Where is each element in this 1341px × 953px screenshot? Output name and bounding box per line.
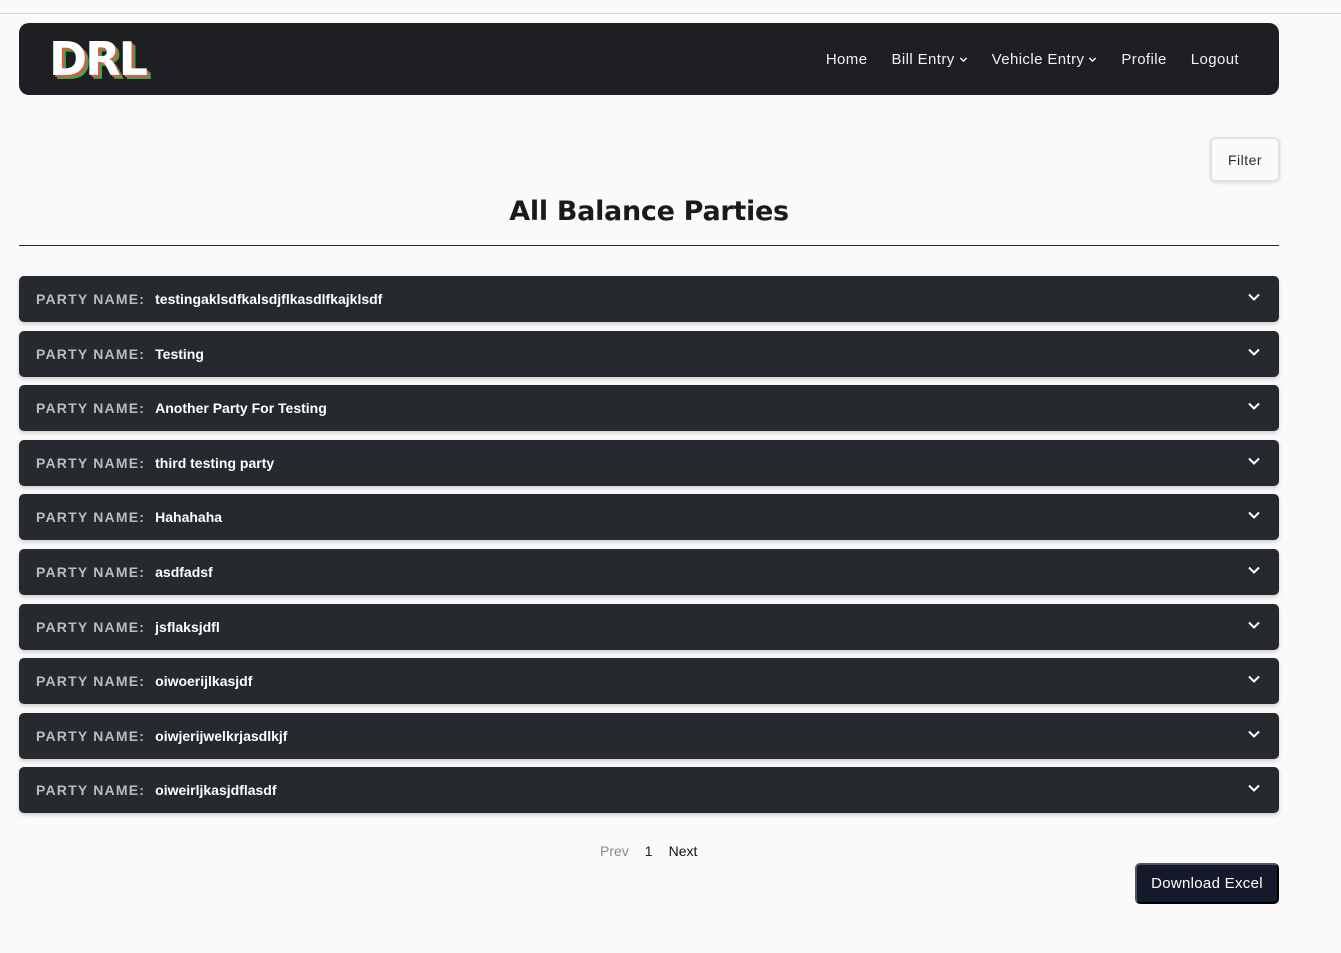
chevron-down-icon — [1089, 56, 1097, 62]
chevron-down-icon[interactable] — [1247, 399, 1261, 413]
party-name-value: third testing party — [155, 454, 275, 471]
chevron-down-icon[interactable] — [1247, 290, 1261, 304]
party-name-label: PARTY NAME: — [36, 618, 146, 635]
party-row[interactable]: PARTY NAME: oiwjerijwelkrjasdlkjf — [19, 712, 1279, 759]
nav-vehicle-entry-label: Vehicle Entry — [991, 50, 1085, 68]
party-row[interactable]: PARTY NAME: asdfadsf — [19, 548, 1279, 595]
brand-logo[interactable]: DRL — [49, 36, 148, 82]
chevron-down-icon[interactable] — [1247, 563, 1261, 577]
nav-profile[interactable]: Profile — [1121, 51, 1166, 68]
chevron-down-icon[interactable] — [1247, 508, 1261, 522]
party-name-label: PARTY NAME: — [36, 563, 146, 580]
nav-links: Home Bill Entry Vehicle Entry Profile Lo… — [826, 51, 1239, 68]
pagination-next[interactable]: Next — [669, 843, 698, 859]
top-divider — [0, 13, 1341, 14]
party-row[interactable]: PARTY NAME: jsflaksjdfl — [19, 603, 1279, 650]
nav-profile-label: Profile — [1121, 50, 1167, 68]
party-name-value: testingaklsdfkalsdjflkasdlfkajklsdf — [155, 291, 383, 307]
party-name-value: oiwoerijlkasjdf — [155, 673, 253, 690]
nav-logout-label: Logout — [1190, 50, 1239, 68]
pagination: Prev 1 Next — [600, 843, 697, 859]
download-excel-button[interactable]: Download Excel — [1135, 863, 1279, 904]
chevron-down-icon[interactable] — [1247, 727, 1261, 741]
chevron-down-icon[interactable] — [1247, 345, 1261, 359]
party-name-label: PARTY NAME: — [36, 727, 146, 744]
party-accordion-list: PARTY NAME: testingaklsdfkalsdjflkasdlfk… — [19, 276, 1279, 822]
party-name-value: Another Party For Testing — [155, 400, 327, 417]
pagination-current-page[interactable]: 1 — [645, 843, 653, 859]
party-name-label: PARTY NAME: — [36, 400, 146, 417]
filter-button[interactable]: Filter — [1210, 137, 1280, 182]
party-row[interactable]: PARTY NAME: oiwoerijlkasjdf — [19, 658, 1279, 705]
nav-logout[interactable]: Logout — [1191, 51, 1239, 68]
party-row[interactable]: PARTY NAME: Testing — [19, 330, 1279, 377]
party-name-label: PARTY NAME: — [36, 509, 146, 526]
chevron-down-icon[interactable] — [1247, 672, 1261, 686]
party-name-label: PARTY NAME: — [36, 782, 146, 799]
party-name-label: PARTY NAME: — [36, 673, 146, 690]
party-row[interactable]: PARTY NAME: oiweirljkasjdflasdf — [19, 767, 1279, 814]
party-row[interactable]: PARTY NAME: Another Party For Testing — [19, 385, 1279, 432]
chevron-down-icon — [959, 56, 967, 62]
party-name-label: PARTY NAME: — [36, 291, 146, 307]
nav-bill-entry-label: Bill Entry — [891, 50, 955, 68]
party-row[interactable]: PARTY NAME: third testing party — [19, 439, 1279, 486]
page-title: All Balance Parties — [509, 196, 789, 227]
party-name-value: jsflaksjdfl — [155, 618, 220, 635]
title-divider — [19, 245, 1279, 246]
nav-home[interactable]: Home — [826, 51, 868, 68]
party-name-value: Testing — [155, 345, 204, 362]
chevron-down-icon[interactable] — [1247, 781, 1261, 795]
nav-bill-entry[interactable]: Bill Entry — [891, 51, 967, 68]
navbar: DRL Home Bill Entry Vehicle Entry Profil… — [19, 23, 1279, 95]
nav-home-label: Home — [825, 50, 868, 68]
chevron-down-icon[interactable] — [1247, 618, 1261, 632]
party-name-label: PARTY NAME: — [36, 345, 146, 362]
chevron-down-icon[interactable] — [1247, 454, 1261, 468]
nav-vehicle-entry[interactable]: Vehicle Entry — [992, 51, 1098, 68]
party-name-value: asdfadsf — [155, 563, 213, 580]
party-name-label: PARTY NAME: — [36, 454, 146, 471]
party-row[interactable]: PARTY NAME: Hahahaha — [19, 494, 1279, 541]
party-name-value: oiweirljkasjdflasdf — [155, 782, 277, 799]
party-name-value: oiwjerijwelkrjasdlkjf — [155, 727, 288, 744]
pagination-prev[interactable]: Prev — [600, 843, 629, 859]
party-name-value: Hahahaha — [155, 509, 223, 526]
party-row[interactable]: PARTY NAME: testingaklsdfkalsdjflkasdlfk… — [19, 276, 1279, 322]
